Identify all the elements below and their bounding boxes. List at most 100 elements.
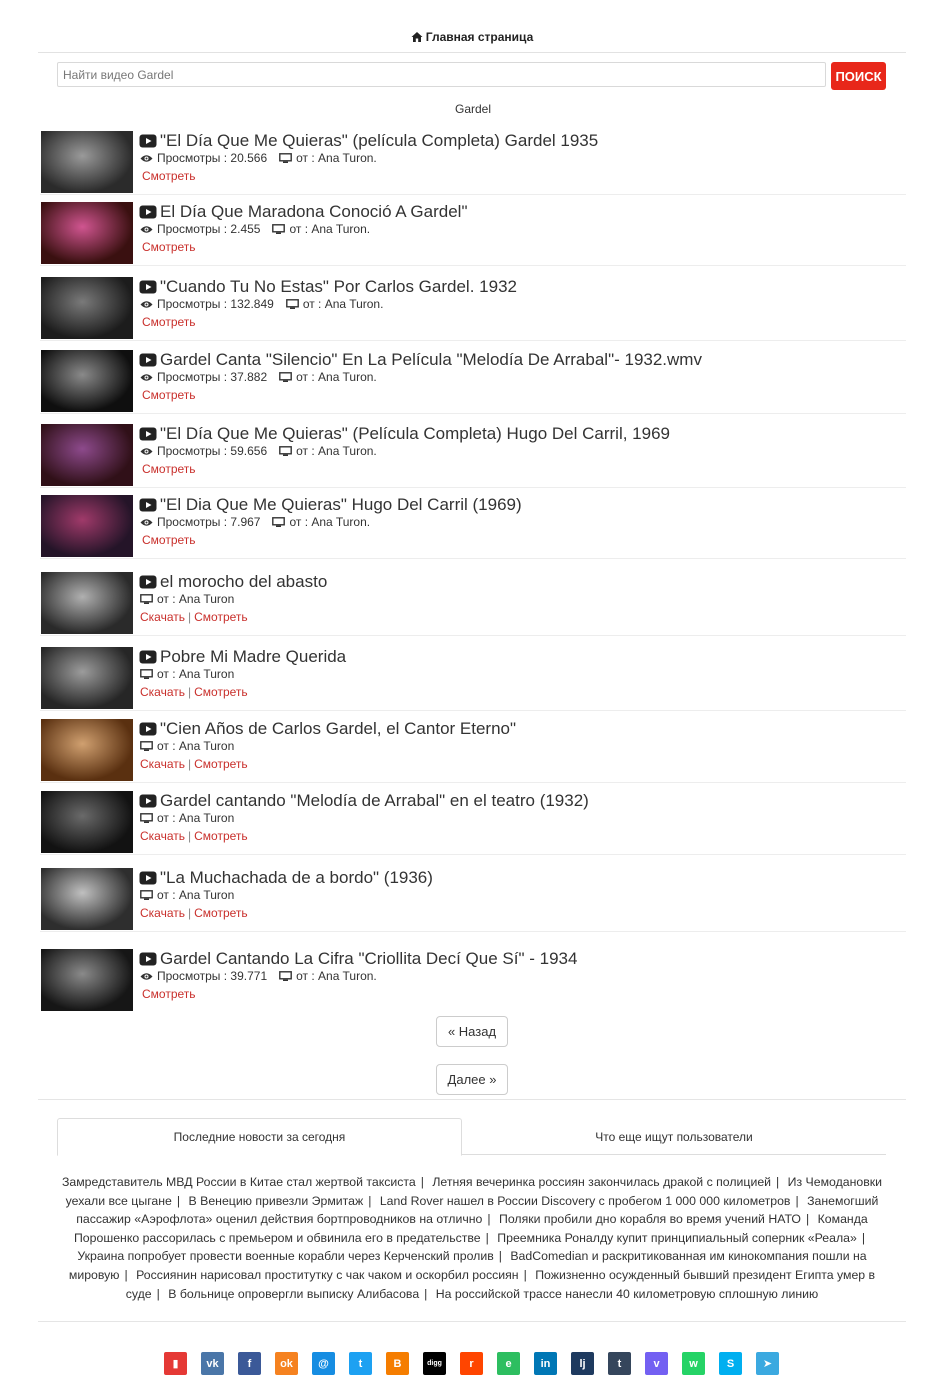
share-bar: ▮ vk f ok @ t Bdigg r e in lj t v w S ➤ xyxy=(0,1352,946,1376)
video-thumbnail[interactable] xyxy=(41,202,133,264)
news-link[interactable]: Land Rover нашел в России Discovery с пр… xyxy=(380,1194,791,1208)
video-title-link[interactable]: Gardel Cantando La Cifra "Criollita Decí… xyxy=(139,949,577,969)
download-link[interactable]: Скачать xyxy=(140,610,185,624)
separator: | xyxy=(795,1193,799,1208)
monitor-icon xyxy=(140,593,153,604)
watch-link[interactable]: Смотреть xyxy=(194,906,248,920)
video-author: от : Ana Turon. xyxy=(289,222,371,236)
skype-share-icon[interactable]: S xyxy=(719,1352,742,1375)
video-title-link[interactable]: "La Muchachada de a bordo" (1936) xyxy=(139,868,433,888)
news-link[interactable]: В больнице опровергли выписку Алибасова xyxy=(168,1287,419,1301)
download-link[interactable]: Скачать xyxy=(140,757,185,771)
bookmark-share-icon[interactable]: ▮ xyxy=(164,1352,187,1375)
video-thumbnail[interactable] xyxy=(41,719,133,781)
odnoklassniki-share-icon[interactable]: ok xyxy=(275,1352,298,1375)
watch-link[interactable]: Смотреть xyxy=(194,829,248,843)
video-title-link[interactable]: "El Día Que Me Quieras" (película Comple… xyxy=(139,131,598,151)
watch-link[interactable]: Смотреть xyxy=(142,987,196,1001)
vk-share-icon[interactable]: vk xyxy=(201,1352,224,1375)
news-link[interactable]: Замредставитель МВД России в Китае стал … xyxy=(62,1175,416,1189)
view-count: Просмотры : 59.656 xyxy=(157,444,268,458)
video-item: Gardel cantando "Melodía de Arrabal" en … xyxy=(40,791,906,855)
news-link[interactable]: Поляки пробили дно корабля во время учен… xyxy=(499,1212,801,1226)
video-title-link[interactable]: "El Dia Que Me Quieras" Hugo Del Carril … xyxy=(139,495,522,515)
video-item: Pobre Mi Madre Querida от : Ana Turon Скач… xyxy=(40,647,906,711)
video-title-link[interactable]: "El Día Que Me Quieras" (Película Comple… xyxy=(139,424,670,444)
news-link[interactable]: Преемника Роналду купит принципиальный с… xyxy=(497,1231,857,1245)
reddit-share-icon[interactable]: r xyxy=(460,1352,483,1375)
viber-share-icon[interactable]: v xyxy=(645,1352,668,1375)
tumblr-share-icon[interactable]: t xyxy=(608,1352,631,1375)
download-link[interactable]: Скачать xyxy=(140,685,185,699)
video-actions: Скачать | Смотреть xyxy=(140,829,248,843)
search-button[interactable]: ПОИСК xyxy=(831,62,886,90)
watch-link[interactable]: Смотреть xyxy=(142,315,196,329)
home-link[interactable]: Главная страница xyxy=(411,28,533,46)
video-thumbnail[interactable] xyxy=(41,495,133,557)
moimir-share-icon[interactable]: @ xyxy=(312,1352,335,1375)
blogger-share-icon[interactable]: B xyxy=(386,1352,409,1375)
video-actions: Смотреть xyxy=(142,240,196,254)
play-video-icon xyxy=(139,871,157,885)
video-thumbnail[interactable] xyxy=(41,277,133,339)
prev-page-button[interactable]: « Назад xyxy=(436,1016,508,1047)
video-title-link[interactable]: el morocho del abasto xyxy=(139,572,327,592)
video-actions: Смотреть xyxy=(142,987,196,1001)
linkedin-share-icon[interactable]: in xyxy=(534,1352,557,1375)
video-title-link[interactable]: El Día Que Maradona Conoció A Gardel" xyxy=(139,202,468,222)
news-link[interactable]: На российской трассе нанесли 40 километр… xyxy=(436,1287,818,1301)
download-link[interactable]: Скачать xyxy=(140,829,185,843)
video-thumbnail[interactable] xyxy=(41,572,133,634)
news-link[interactable]: Украина попробует провести военные кораб… xyxy=(77,1249,493,1263)
watch-link[interactable]: Смотреть xyxy=(142,240,196,254)
separator: | xyxy=(156,1286,160,1301)
monitor-icon xyxy=(140,740,153,751)
eye-icon xyxy=(140,154,153,162)
video-meta: Просмотры : 7.967 от : Ana Turon. xyxy=(140,515,370,529)
separator: | xyxy=(420,1175,424,1189)
watch-link[interactable]: Смотреть xyxy=(194,685,248,699)
search-input[interactable] xyxy=(57,62,826,87)
video-item: "Cuando Tu No Estas" Por Carlos Gardel. … xyxy=(40,277,906,341)
video-meta: от : Ana Turon xyxy=(140,811,234,825)
video-thumbnail[interactable] xyxy=(41,424,133,486)
play-video-icon xyxy=(139,650,157,664)
video-thumbnail[interactable] xyxy=(41,131,133,193)
video-title-link[interactable]: "Cuando Tu No Estas" Por Carlos Gardel. … xyxy=(139,277,517,297)
video-actions: Скачать | Смотреть xyxy=(140,906,248,920)
video-author: от : Ana Turon xyxy=(157,592,235,606)
digg-share-icon[interactable]: digg xyxy=(423,1352,446,1375)
video-title-link[interactable]: "Cien Años de Carlos Gardel, el Cantor E… xyxy=(139,719,516,739)
video-title-link[interactable]: Gardel cantando "Melodía de Arrabal" en … xyxy=(139,791,589,811)
news-link[interactable]: В Венецию привезли Эрмитаж xyxy=(189,1194,364,1208)
tab-trending-searches[interactable]: Что еще ищут пользователи xyxy=(462,1118,886,1155)
telegram-share-icon[interactable]: ➤ xyxy=(756,1352,779,1375)
watch-link[interactable]: Смотреть xyxy=(142,169,196,183)
evernote-share-icon[interactable]: e xyxy=(497,1352,520,1375)
video-thumbnail[interactable] xyxy=(41,791,133,853)
download-link[interactable]: Скачать xyxy=(140,906,185,920)
video-title: "Cien Años de Carlos Gardel, el Cantor E… xyxy=(160,719,517,738)
video-title-link[interactable]: Pobre Mi Madre Querida xyxy=(139,647,346,667)
livejournal-share-icon[interactable]: lj xyxy=(571,1352,594,1375)
separator: | xyxy=(523,1267,527,1282)
whatsapp-share-icon[interactable]: w xyxy=(682,1352,705,1375)
twitter-share-icon[interactable]: t xyxy=(349,1352,372,1375)
video-thumbnail[interactable] xyxy=(41,949,133,1011)
news-link[interactable]: Россиянин нарисовал проститутку с чак ча… xyxy=(136,1268,518,1282)
video-thumbnail[interactable] xyxy=(41,868,133,930)
news-link[interactable]: Летняя вечеринка россиян закончилась дра… xyxy=(432,1175,771,1189)
next-page-button[interactable]: Далее » xyxy=(436,1064,508,1095)
watch-link[interactable]: Смотреть xyxy=(142,462,196,476)
watch-link[interactable]: Смотреть xyxy=(194,757,248,771)
home-icon xyxy=(411,32,423,42)
video-title-link[interactable]: Gardel Canta "Silencio" En La Película "… xyxy=(139,350,702,370)
watch-link[interactable]: Смотреть xyxy=(142,388,196,402)
video-item: "El Día Que Me Quieras" (Película Comple… xyxy=(40,424,906,488)
watch-link[interactable]: Смотреть xyxy=(142,533,196,547)
video-thumbnail[interactable] xyxy=(41,350,133,412)
video-thumbnail[interactable] xyxy=(41,647,133,709)
facebook-share-icon[interactable]: f xyxy=(238,1352,261,1375)
tab-latest-news[interactable]: Последние новости за сегодня xyxy=(57,1118,462,1156)
watch-link[interactable]: Смотреть xyxy=(194,610,248,624)
